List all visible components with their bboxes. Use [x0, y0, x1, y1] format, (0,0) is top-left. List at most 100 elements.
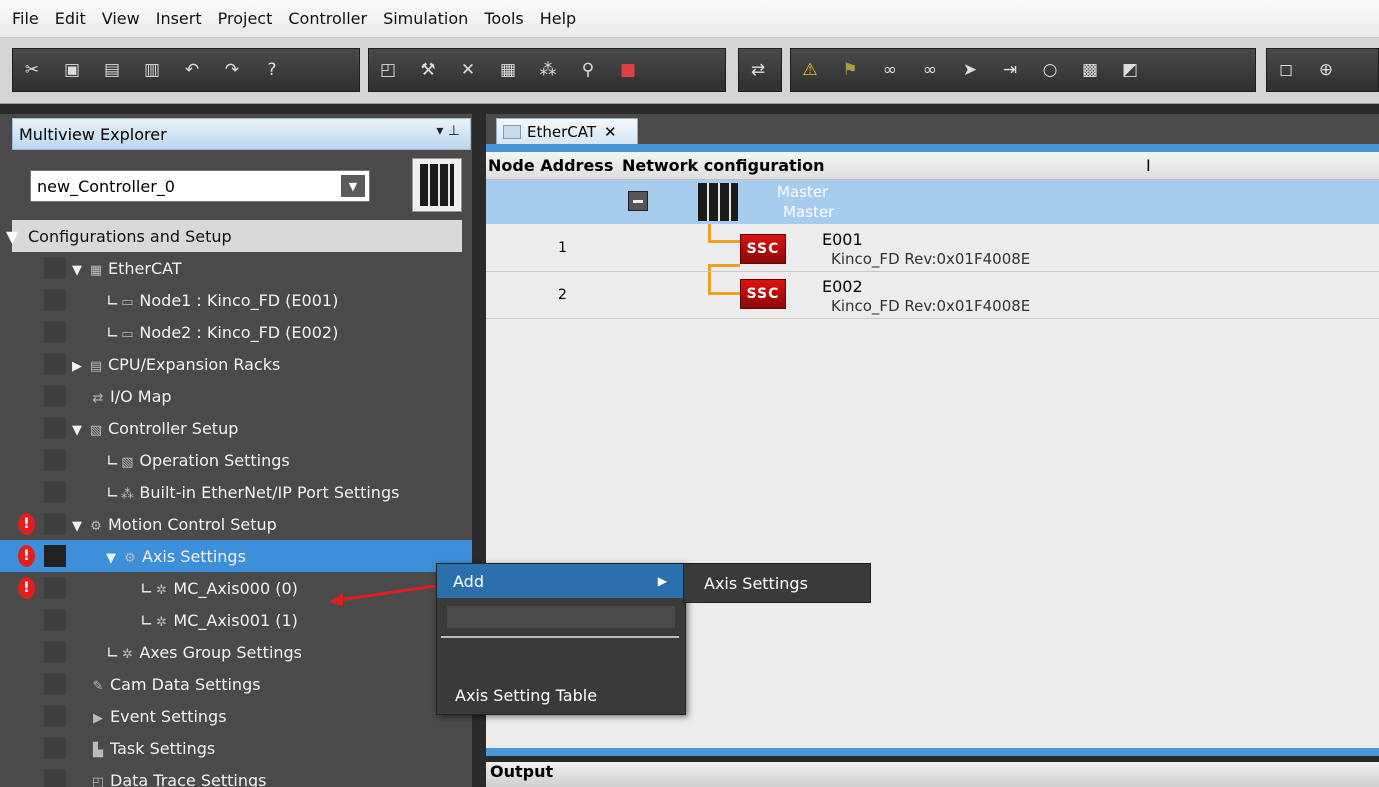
tree-item-label: Event Settings — [110, 706, 227, 726]
collapse-triangle-icon[interactable]: ▶ — [72, 359, 82, 374]
tree-item-label-wrap: ∟ ✲ Axes Group Settings — [106, 642, 303, 662]
network-header: Node Address Network configuration I — [486, 152, 1379, 180]
build-icon[interactable]: ⚒ — [417, 59, 439, 81]
controller-select-value: new_Controller_0 — [37, 176, 175, 196]
column-node-address[interactable]: Node Address — [488, 156, 613, 175]
find-icon[interactable]: ⚲ — [577, 59, 599, 81]
pin-icon[interactable]: ▾ ⊥ — [436, 123, 460, 139]
collapse-icon[interactable] — [628, 191, 648, 211]
menu-edit[interactable]: Edit — [47, 0, 94, 38]
undo-icon[interactable]: ↶ — [181, 59, 203, 81]
simulation-icon[interactable]: ⚑ — [839, 59, 861, 81]
output-panel-header[interactable]: Output — [486, 762, 1379, 787]
menu-help[interactable]: Help — [532, 0, 584, 38]
column-network-config[interactable]: Network configuration — [622, 156, 825, 175]
tree-item-node2[interactable]: ∟ ▭ Node2 : Kinco_FD (E002) — [0, 316, 472, 348]
multiview-explorer: Multiview Explorer ▾ ⊥ new_Controller_0 … — [0, 114, 472, 787]
tree-item-label-wrap: ∟ ✲ MC_Axis000 (0) — [140, 578, 298, 598]
controller-image-icon — [412, 158, 462, 212]
node-description: Kinco_FD Rev:0x01F4008E — [831, 297, 1031, 315]
expand-triangle-icon[interactable]: ▼ — [106, 551, 116, 566]
add-label: Add — [453, 571, 484, 591]
tree-item-event-settings[interactable]: ▶ Event Settings — [0, 700, 472, 732]
sim-reset-icon[interactable]: ⇥ — [999, 59, 1021, 81]
context-menu-disabled-item — [447, 606, 675, 628]
gutter — [44, 513, 66, 535]
menu-project[interactable]: Project — [210, 0, 281, 38]
sim-run-icon[interactable]: ➤ — [959, 59, 981, 81]
menu-bar: File Edit View Insert Project Controller… — [0, 0, 1379, 38]
tree-item-data-trace[interactable]: ◰ Data Trace Settings — [0, 764, 472, 787]
sim-step-icon[interactable]: ∞ — [879, 59, 901, 81]
menu-controller[interactable]: Controller — [280, 0, 375, 38]
node-row-1[interactable]: 1 SSC E001 Kinco_FD Rev:0x01F4008E — [486, 226, 1379, 272]
column-splitter[interactable]: I — [1146, 156, 1151, 175]
compare-icon[interactable]: ▦ — [497, 59, 519, 81]
menu-simulation[interactable]: Simulation — [375, 0, 476, 38]
tree-item-task-settings[interactable]: ▙ Task Settings — [0, 732, 472, 764]
tree-item-io-map[interactable]: ⇄ I/O Map — [0, 380, 472, 412]
tree-item-axes-group[interactable]: ∟ ✲ Axes Group Settings — [0, 636, 472, 668]
sim-trace-icon[interactable]: ◩ — [1119, 59, 1141, 81]
node-row-2[interactable]: 2 SSC E002 Kinco_FD Rev:0x01F4008E — [486, 273, 1379, 319]
controller-select[interactable]: new_Controller_0 ▼ — [30, 170, 370, 202]
sim-watch-icon[interactable]: ▩ — [1079, 59, 1101, 81]
context-menu-add[interactable]: Add ▶ — [437, 564, 685, 598]
menu-view[interactable]: View — [94, 0, 148, 38]
delete-icon[interactable]: ▥ — [141, 59, 163, 81]
online-icon[interactable]: ⇄ — [747, 59, 769, 81]
tree-item-cam-data[interactable]: ✎ Cam Data Settings — [0, 668, 472, 700]
warning-icon[interactable]: ⚠ — [799, 59, 821, 81]
cross-reference-icon[interactable]: ✕ — [457, 59, 479, 81]
tree-item-label-wrap: ⇄ I/O Map — [90, 387, 172, 406]
tree-item-axis-settings[interactable]: ! ▼ ⚙ Axis Settings — [0, 540, 472, 572]
close-icon[interactable]: ✕ — [604, 123, 617, 141]
cut-icon[interactable]: ✂ — [21, 59, 43, 81]
expand-triangle-icon[interactable]: ▼ — [6, 227, 18, 246]
sim-pause-icon[interactable]: ∞ — [919, 59, 941, 81]
tree-item-operation-settings[interactable]: ∟ ▧ Operation Settings — [0, 444, 472, 476]
menu-insert[interactable]: Insert — [148, 0, 210, 38]
copy-icon[interactable]: ▣ — [61, 59, 83, 81]
ssc-device-icon: SSC — [740, 234, 786, 264]
menu-file[interactable]: File — [4, 0, 47, 38]
redo-icon[interactable]: ↷ — [221, 59, 243, 81]
tree-item-label: Operation Settings — [139, 450, 290, 470]
context-menu-axis-setting-table[interactable]: Axis Setting Table — [455, 686, 597, 705]
tab-ethercat[interactable]: EtherCAT ✕ — [496, 118, 638, 146]
master-row[interactable]: Master Master — [486, 180, 1379, 224]
task-icon: ▙ — [93, 742, 103, 758]
menu-tools[interactable]: Tools — [476, 0, 531, 38]
tree-item-ethernetip[interactable]: ∟ ⁂ Built-in EtherNet/IP Port Settings — [0, 476, 472, 508]
submenu-arrow-icon: ▶ — [657, 574, 667, 588]
zoom-fit-icon[interactable]: ◻ — [1275, 59, 1297, 81]
explorer-title: Multiview Explorer — [19, 124, 167, 144]
gutter — [44, 737, 66, 759]
window-icon[interactable]: ◰ — [377, 59, 399, 81]
expand-triangle-icon[interactable]: ▼ — [72, 423, 82, 438]
tree-item-label-wrap: ▼ ⚙ Axis Settings — [106, 547, 246, 566]
stop-icon[interactable]: ■ — [617, 59, 639, 81]
tree-item-motion-control[interactable]: ! ▼ ⚙ Motion Control Setup — [0, 508, 472, 540]
tree-item-label-wrap: ✎ Cam Data Settings — [90, 675, 261, 694]
zoom-icon[interactable]: ⊕ — [1315, 59, 1337, 81]
paste-icon[interactable]: ▤ — [101, 59, 123, 81]
axis-icon: ✲ — [155, 582, 167, 598]
tree-item-controller-setup[interactable]: ▼ ▧ Controller Setup — [0, 412, 472, 444]
annotation-arrow-icon — [329, 584, 436, 606]
tree-item-axis001[interactable]: ∟ ✲ MC_Axis001 (1) — [0, 604, 472, 636]
sim-stop-icon[interactable]: ○ — [1039, 59, 1061, 81]
network-icon[interactable]: ⁂ — [537, 59, 559, 81]
submenu-axis-settings[interactable]: Axis Settings — [683, 563, 871, 603]
node-name: E002 — [822, 277, 863, 296]
chevron-down-icon[interactable]: ▼ — [341, 175, 365, 197]
tree-item-node1[interactable]: ∟ ▭ Node1 : Kinco_FD (E001) — [0, 284, 472, 316]
tree-item-label: Cam Data Settings — [110, 674, 261, 694]
tree-item-ethercat[interactable]: ▼ ▦ EtherCAT — [0, 252, 472, 284]
help-icon[interactable]: ? — [261, 59, 283, 81]
expand-triangle-icon[interactable]: ▼ — [72, 263, 82, 278]
expand-triangle-icon[interactable]: ▼ — [72, 519, 82, 534]
tree-item-cpu-racks[interactable]: ▶ ▤ CPU/Expansion Racks — [0, 348, 472, 380]
tab-label: EtherCAT — [527, 123, 596, 141]
category-configurations[interactable]: ▼ Configurations and Setup — [6, 220, 462, 252]
